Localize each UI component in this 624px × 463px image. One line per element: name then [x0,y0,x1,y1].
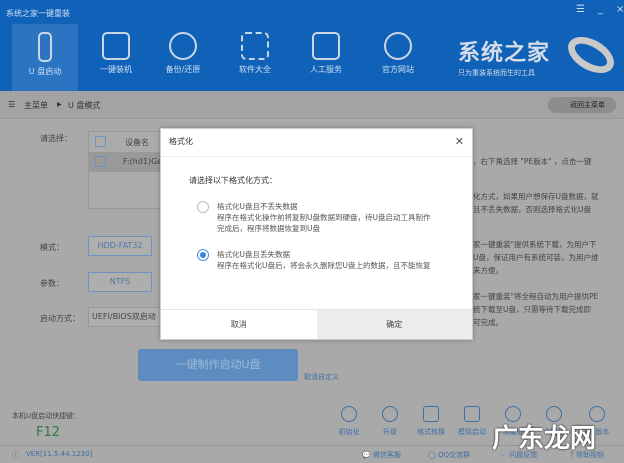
hint-line: 家一键重装"将全程自动为用户提供PE [473,292,599,301]
tool-initialize[interactable]: 初始化 [332,406,366,437]
device-header: 设备名 [125,138,149,147]
back-to-main-button[interactable]: 返回主菜单 [548,97,616,113]
nav-official-site[interactable]: 官方网站 [365,24,431,91]
qq-group-link[interactable]: ◯ QQ交流群 [428,450,470,460]
radio-keep-data[interactable] [197,201,209,213]
brand-slogan: 只为重装系统而生的工具 [458,69,535,77]
hint-line: 化方式，如果用户想保存U盘数据，就 [473,192,599,201]
tool-label: 初始化 [338,428,360,436]
boot-label: 启动方式： [40,314,80,323]
make-boot-usb-button[interactable]: 一键制作启动U盘 [138,349,298,381]
minimize-button[interactable]: _ [598,4,603,15]
hint-line: 且不丢失数据，否则选择格式化U盘 [473,205,591,214]
format-dialog: 格式化 ✕ 请选择以下格式化方式： 格式化U盘且不丢失数据程序在格式化操作前将复… [160,128,473,340]
brand-logo-icon [561,29,621,81]
hint-line: ，右下角选择 "PE版本" ，点击一键 [473,157,592,166]
param-label: 参数： [40,279,64,288]
breadcrumb-separator: ▶ [57,101,62,108]
hint-line: 可完成。 [473,318,503,327]
brand-name: 系统之家 [458,41,551,66]
nav-manual-service[interactable]: 人工服务 [293,24,359,91]
joystick-icon [464,406,480,422]
tool-label: 模拟启动 [458,428,486,436]
radio-lose-data[interactable] [197,249,209,261]
option-desc: 完成后，程序将数据恢复到U盘 [217,224,320,233]
breadcrumb-current: U 盘模式 [68,101,101,110]
check-circle-icon [341,406,357,422]
select-label: 请选择： [40,134,72,143]
hint-line: 来方便。 [473,266,503,275]
nav-label: 软件大全 [239,65,271,74]
nav-label: 官方网站 [382,65,414,74]
nav-software[interactable]: 软件大全 [222,24,288,91]
close-window-button[interactable]: × [616,4,624,15]
tool-format-convert[interactable]: 格式转换 [414,406,448,437]
cancel-custom-link[interactable]: 取消自定义 [304,372,339,382]
device-name: F:(hd1)Ge [123,157,163,166]
qq-label: QQ交流群 [438,451,471,459]
menu-button[interactable]: ☰ [576,4,585,15]
tool-label: 格式转换 [417,428,445,436]
breadcrumb-home[interactable]: 主菜单 [24,100,48,111]
chat-icon [312,32,340,60]
breadcrumb: ☰ 主菜单 ▶ U 盘模式 返回主菜单 [0,91,624,119]
usb-icon [38,32,52,62]
header: 系统之家一键重装 ☰ _ × U 盘启动 一键装机 备份/还原 软件大全 人工服… [0,0,624,91]
tool-simulate-boot[interactable]: 模拟启动 [455,406,489,437]
hotkey-label: 本机U盘启动快捷键： [12,412,81,420]
window-title: 系统之家一键重装 [6,9,70,18]
option-desc: 程序在格式化U盘后，将会永久删除您U盘上的数据，且不能恢复 [217,261,431,270]
nav-label: 人工服务 [310,65,342,74]
convert-icon [423,406,439,422]
mode-label: 模式： [40,243,64,252]
hint-line: U盘，保证用户有系统可装，为用户维 [473,253,599,262]
option-title: 格式化U盘且不丢失数据 [217,202,298,211]
nav-label: 一键装机 [100,65,132,74]
dialog-prompt: 请选择以下格式化方式： [189,176,277,185]
dialog-close-icon[interactable]: ✕ [455,135,464,148]
version-text: VER[11.5.44.1230] [26,450,93,458]
mode-select[interactable]: HDD-FAT32 [88,236,152,256]
cancel-button[interactable]: 取消 [161,310,317,339]
hint-line: 家一键重装"提供系统下载，为用户下 [473,240,597,249]
globe-icon [384,32,412,60]
tool-upgrade[interactable]: 升级 [373,406,407,437]
hotkey-value: F12 [36,425,61,440]
device-table: 设备名 F:(hd1)Ge [88,131,169,209]
hint-line: 统下载至U盘，只需等待下载完成即 [473,305,591,314]
monitor-icon [102,32,130,60]
tool-label: 升级 [383,428,397,436]
wechat-service-link[interactable]: 💬 微信客服 [362,450,401,460]
param-select[interactable]: NTFS [88,272,152,292]
nav-backup-restore[interactable]: 备份/还原 [150,24,216,91]
info-icon: ⓘ [12,451,19,459]
watermark: 广东龙网 [492,424,597,454]
option-desc: 程序在格式化操作前将复制U盘数据到硬盘，待U盘启动工具制作 [217,213,431,222]
option-title: 格式化U盘且丢失数据 [217,250,290,259]
boot-select[interactable]: UEFI/BIOS双启动 [88,307,162,327]
dialog-title: 格式化 [161,129,472,157]
database-icon [169,32,197,60]
select-all-checkbox[interactable] [95,136,106,147]
arrow-up-icon [382,406,398,422]
nav-usb-boot[interactable]: U 盘启动 [12,24,78,91]
back-label: 返回主菜单 [570,101,605,109]
apps-icon [241,32,269,60]
list-icon: ☰ [8,100,16,109]
nav-label: U 盘启动 [28,67,62,76]
device-checkbox[interactable] [95,156,106,167]
confirm-button[interactable]: 确定 [316,310,472,339]
wechat-label: 微信客服 [372,451,401,459]
nav-one-click-install[interactable]: 一键装机 [83,24,149,91]
table-row[interactable]: F:(hd1)Ge [89,152,169,172]
nav-label: 备份/还原 [165,65,201,74]
